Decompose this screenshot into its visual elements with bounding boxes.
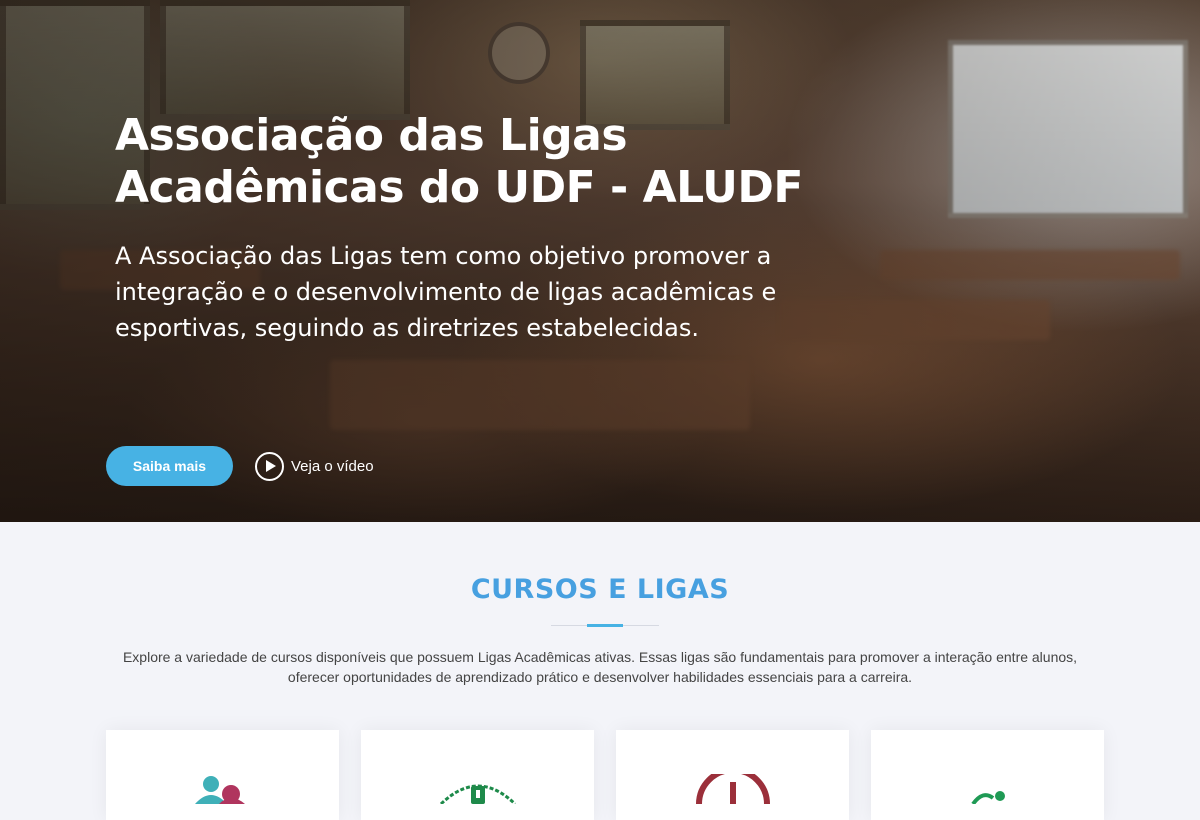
play-circle-icon	[255, 451, 284, 481]
title-accent-bar	[587, 624, 623, 627]
section-title: CURSOS E LIGAS	[470, 574, 730, 605]
watch-video-label: Veja o vídeo	[291, 457, 374, 475]
hero-subtitle: A Associação das Ligas tem como objetivo…	[115, 242, 777, 342]
course-card[interactable]	[106, 730, 339, 820]
hero-title: Associação das Ligas Acadêmicas do UDF -…	[115, 110, 803, 213]
section-description: Explore a variedade de cursos disponívei…	[122, 649, 1078, 685]
saiba-mais-button[interactable]: Saiba mais	[106, 446, 233, 486]
hero-banner: Associação das Ligas Acadêmicas do UDF -…	[0, 0, 1200, 522]
watch-video-link[interactable]: Veja o vídeo	[255, 451, 374, 481]
course-card[interactable]	[361, 730, 594, 820]
course-card[interactable]	[871, 730, 1104, 820]
course-card[interactable]	[616, 730, 849, 820]
